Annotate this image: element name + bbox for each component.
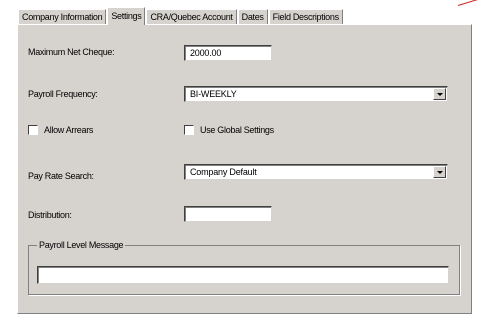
- payroll-level-message-label: Payroll Level Message: [37, 240, 126, 250]
- payroll-frequency-value: BI-WEEKLY: [190, 89, 237, 99]
- tab-strip: Company Information Settings CRA/Quebec …: [18, 6, 344, 25]
- pay-rate-search-value: Company Default: [190, 167, 257, 177]
- distribution-label: Distribution:: [28, 210, 72, 220]
- pay-rate-search-select[interactable]: Company Default: [184, 164, 448, 180]
- payroll-frequency-label: Payroll Frequency:: [28, 89, 98, 99]
- allow-arrears-checkbox[interactable]: [28, 125, 38, 135]
- tab-cra-quebec-account[interactable]: CRA/Quebec Account: [146, 9, 237, 24]
- use-global-settings-label: Use Global Settings: [200, 125, 274, 135]
- max-net-cheque-input[interactable]: 2000.00: [184, 45, 272, 61]
- distribution-input[interactable]: [184, 206, 272, 222]
- pay-rate-search-label: Pay Rate Search:: [28, 171, 94, 181]
- tab-company-information[interactable]: Company Information: [18, 9, 107, 24]
- settings-panel: Maximum Net Cheque: 2000.00 Payroll Freq…: [17, 24, 472, 314]
- tab-dates[interactable]: Dates: [237, 9, 268, 24]
- payroll-frequency-select[interactable]: BI-WEEKLY: [184, 86, 448, 102]
- tab-settings[interactable]: Settings: [107, 7, 146, 25]
- chevron-down-icon[interactable]: [433, 166, 446, 178]
- use-global-settings-checkbox[interactable]: [184, 125, 194, 135]
- max-net-cheque-label: Maximum Net Cheque:: [28, 47, 115, 57]
- chevron-down-icon[interactable]: [433, 88, 446, 100]
- payroll-level-message-group: Payroll Level Message: [28, 240, 460, 295]
- annotation-line: [457, 0, 486, 6]
- payroll-level-message-input[interactable]: [37, 266, 449, 284]
- tab-field-descriptions[interactable]: Field Descriptions: [268, 9, 343, 24]
- allow-arrears-label: Allow Arrears: [44, 125, 94, 135]
